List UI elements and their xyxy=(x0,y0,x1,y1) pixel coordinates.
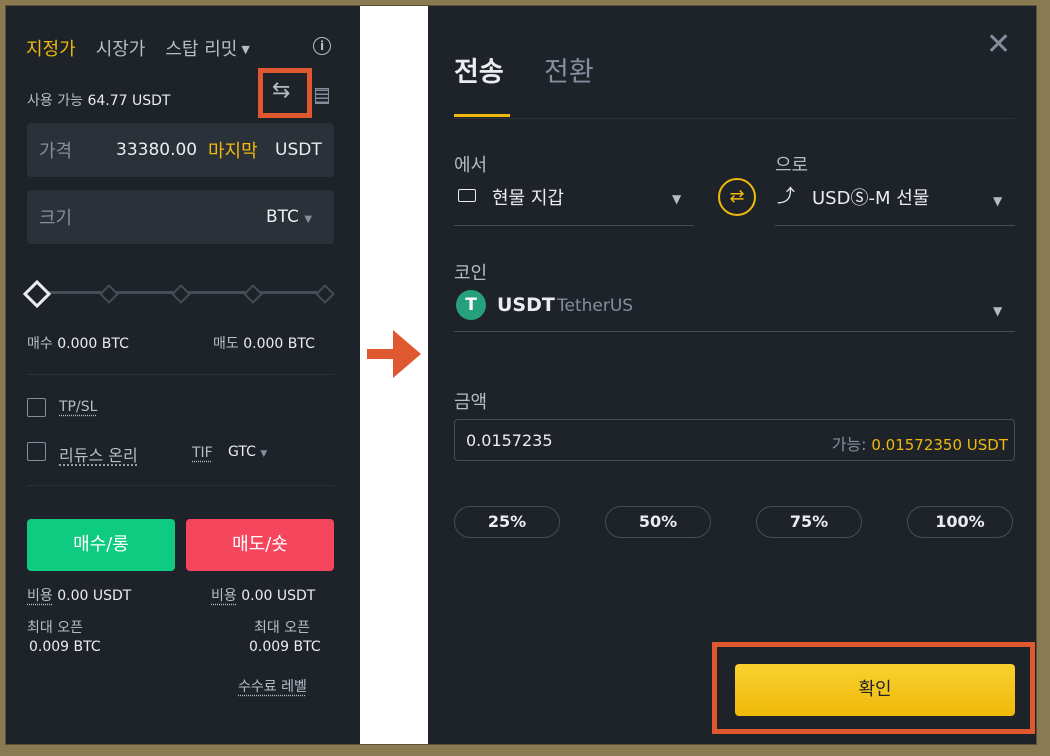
tab-market[interactable]: 시장가 xyxy=(96,35,146,61)
available-balance: 사용 가능 64.77 USDT xyxy=(27,90,170,110)
coin-select[interactable]: T USDT TetherUS ▼ xyxy=(454,286,1015,332)
to-wallet-value: USDⓈ-M 선물 xyxy=(812,188,930,209)
fee-level-link[interactable]: 수수료 레벨 xyxy=(238,676,307,696)
arrow-right-icon-head xyxy=(393,330,421,378)
tether-icon: T xyxy=(456,290,486,320)
slider-handle[interactable] xyxy=(22,279,52,309)
coin-name: TetherUS xyxy=(557,296,634,316)
reduce-only-label[interactable]: 리듀스 온리 xyxy=(59,442,138,466)
sell-amount: 매도 0.000 BTC xyxy=(213,333,315,353)
buy-max-open-label: 최대 오픈 xyxy=(27,620,83,636)
sell-cost-value: 0.00 USDT xyxy=(241,588,316,604)
last-price-button[interactable]: 마지막 xyxy=(208,137,258,163)
underline xyxy=(454,331,1015,332)
tab-convert[interactable]: 전환 xyxy=(544,50,594,89)
sell-cost-label[interactable]: 비용 xyxy=(211,588,237,604)
size-unit-select[interactable]: BTC ▼ xyxy=(266,207,312,227)
coin-symbol: USDT xyxy=(497,294,555,316)
tif-select[interactable]: GTC ▼ xyxy=(228,444,267,460)
coin-label: 코인 xyxy=(454,263,488,284)
wallet-icon xyxy=(458,189,476,202)
buy-cost-label[interactable]: 비용 xyxy=(27,588,53,604)
to-wallet-select[interactable]: ⤴ USDⓈ-M 선물 ▼ xyxy=(775,178,1015,226)
calculator-icon[interactable] xyxy=(315,88,329,104)
caret-down-icon: ▼ xyxy=(672,192,682,206)
percent-25-button[interactable]: 25% xyxy=(454,506,560,538)
buy-max-open-value: 0.009 BTC xyxy=(29,639,101,655)
transfer-highlight-box xyxy=(258,68,312,118)
info-icon[interactable]: i xyxy=(313,37,331,55)
caret-down-icon: ▼ xyxy=(993,194,1003,208)
amount-value: 0.0157235 xyxy=(466,431,553,450)
price-value: 33380.00 xyxy=(116,140,198,160)
price-unit: USDT xyxy=(275,140,322,160)
active-tab-indicator xyxy=(454,114,510,117)
buy-amount-label: 매수 xyxy=(27,336,53,352)
order-panel: 지정가 시장가 스탑 리밋 ▼ i 사용 가능 64.77 USDT ⇆ 가격 333… xyxy=(6,6,360,744)
amount-available: 가능: 0.01572350 USDT xyxy=(832,431,1008,455)
divider xyxy=(27,485,334,486)
divider xyxy=(454,118,1015,119)
size-label: 크기 xyxy=(39,208,73,229)
caret-down-icon: ▼ xyxy=(993,304,1003,318)
tab-stop-limit-label: 스탑 리밋 xyxy=(165,39,238,60)
sell-cost: 비용 0.00 USDT xyxy=(211,585,315,605)
sell-max-open-label: 최대 오픈 xyxy=(254,620,310,636)
futures-icon: ⤴ xyxy=(777,186,795,207)
buy-amount-value: 0.000 BTC xyxy=(57,336,129,352)
percent-100-button[interactable]: 100% xyxy=(907,506,1013,538)
underline xyxy=(454,225,694,226)
price-input[interactable]: 가격 33380.00 마지막 USDT xyxy=(27,123,334,177)
amount-input[interactable]: 0.0157235 가능: 0.01572350 USDT xyxy=(454,419,1015,461)
tab-stop-limit[interactable]: 스탑 리밋 ▼ xyxy=(165,35,249,61)
divider xyxy=(27,374,334,375)
caret-down-icon: ▼ xyxy=(241,43,250,56)
transfer-modal: 전송 전환 ✕ 에서 현물 지갑 ▼ ⇄ 으로 ⤴ USDⓈ-M 선물 ▼ 코인… xyxy=(428,6,1036,744)
annotation-strip xyxy=(360,6,428,744)
tab-transfer[interactable]: 전송 xyxy=(454,50,504,89)
from-wallet-value: 현물 지갑 xyxy=(492,188,564,209)
tif-value: GTC xyxy=(228,444,256,460)
close-icon[interactable]: ✕ xyxy=(986,30,1011,60)
tif-label[interactable]: TIF xyxy=(192,445,213,461)
swap-direction-icon[interactable]: ⇄ xyxy=(718,178,756,216)
size-unit: BTC xyxy=(266,207,299,227)
tpsl-checkbox[interactable] xyxy=(27,398,46,417)
sell-max-open-value: 0.009 BTC xyxy=(249,639,321,655)
percent-50-button[interactable]: 50% xyxy=(605,506,711,538)
buy-cost: 비용 0.00 USDT xyxy=(27,585,131,605)
caret-down-icon: ▼ xyxy=(260,449,268,459)
confirm-highlight-box xyxy=(712,642,1035,734)
price-label: 가격 xyxy=(39,141,73,162)
available-value: 64.77 USDT xyxy=(87,93,171,109)
buy-cost-value: 0.00 USDT xyxy=(57,588,132,604)
slider-mark[interactable] xyxy=(315,284,335,304)
to-label: 으로 xyxy=(775,155,809,176)
slider-mark[interactable] xyxy=(99,284,119,304)
reduce-only-checkbox[interactable] xyxy=(27,442,46,461)
sell-amount-value: 0.000 BTC xyxy=(243,336,315,352)
buy-long-button[interactable]: 매수/롱 xyxy=(27,519,175,571)
size-input[interactable]: 크기 BTC ▼ xyxy=(27,190,334,244)
caret-down-icon: ▼ xyxy=(304,214,313,225)
buy-amount: 매수 0.000 BTC xyxy=(27,333,129,353)
available-label: 가능: xyxy=(831,435,867,454)
tab-limit[interactable]: 지정가 xyxy=(26,35,76,61)
slider-mark[interactable] xyxy=(171,284,191,304)
from-wallet-select[interactable]: 현물 지갑 ▼ xyxy=(454,178,694,226)
tpsl-label[interactable]: TP/SL xyxy=(59,399,97,415)
available-value: 0.01572350 USDT xyxy=(871,436,1008,454)
order-type-tabs: 지정가 시장가 스탑 리밋 ▼ xyxy=(26,35,270,61)
sell-amount-label: 매도 xyxy=(213,336,239,352)
from-label: 에서 xyxy=(454,155,488,176)
amount-label: 금액 xyxy=(454,392,488,413)
sell-short-button[interactable]: 매도/숏 xyxy=(186,519,334,571)
screenshot-frame: 지정가 시장가 스탑 리밋 ▼ i 사용 가능 64.77 USDT ⇆ 가격 333… xyxy=(6,6,1036,744)
underline xyxy=(775,225,1015,226)
percent-75-button[interactable]: 75% xyxy=(756,506,862,538)
slider-mark[interactable] xyxy=(243,284,263,304)
available-label: 사용 가능 xyxy=(27,93,83,109)
